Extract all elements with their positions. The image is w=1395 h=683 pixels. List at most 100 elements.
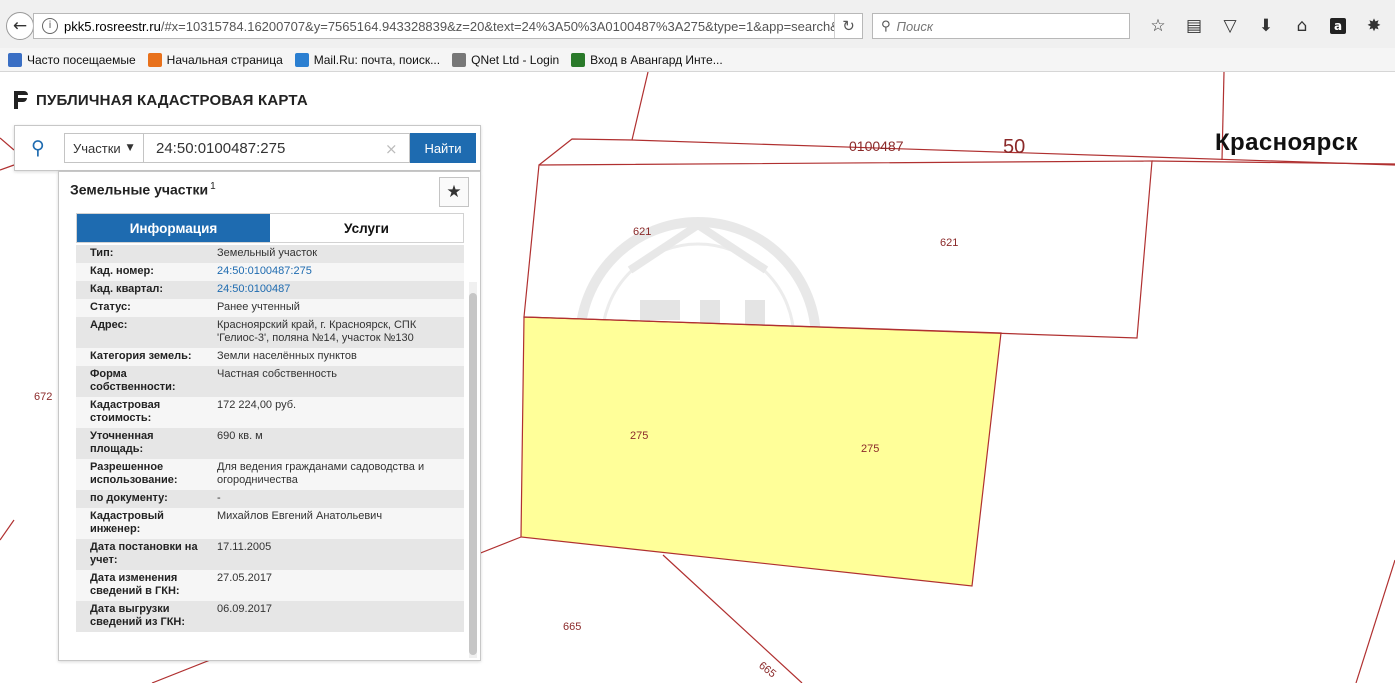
tab-information[interactable]: Информация (77, 214, 270, 242)
attribute-row: Разрешенное использование: Для ведения гр… (76, 459, 464, 490)
attribute-row: Кадастровая стоимость: 172 224,00 руб. (76, 397, 464, 428)
attribute-value: Земли населённых пунктов (217, 350, 357, 362)
attribute-key: Форма собственности: (90, 368, 176, 393)
attribute-key: по документу: (90, 492, 168, 504)
bookmark-item[interactable]: Часто посещаемые (8, 52, 136, 67)
back-arrow-icon: ← (12, 16, 28, 36)
attribute-value: Земельный участок (217, 247, 318, 259)
attribute-key: Дата изменения сведений в ГКН: (90, 572, 180, 597)
app-header: ПУБЛИЧНАЯ КАДАСТРОВАЯ КАРТА (14, 91, 308, 109)
browser-search-placeholder: Поиск (896, 18, 934, 34)
selected-parcel[interactable] (520, 316, 1002, 587)
attribute-row: Категория земель: Земли населённых пункто… (76, 348, 464, 366)
address-bar[interactable]: i pkk5.rosreestr.ru/#x=10315784.16200707… (33, 13, 863, 39)
find-button[interactable]: Найти (410, 133, 476, 163)
attribute-row: Кад. номер: 24:50:0100487:275 (76, 263, 464, 281)
favorite-star-icon[interactable]: ★ (439, 177, 469, 207)
panel-scrollbar-thumb[interactable] (469, 293, 477, 655)
parcel-number-label: 621 (940, 237, 959, 249)
app-title: ПУБЛИЧНАЯ КАДАСТРОВАЯ КАРТА (36, 91, 308, 109)
attribute-key: Тип: (90, 247, 114, 259)
attribute-value: Ранее учтенный (217, 301, 300, 313)
bookmark-item[interactable]: QNet Ltd - Login (452, 52, 560, 67)
attribute-key: Кадастровая стоимость: (90, 399, 161, 424)
amazon-icon[interactable]: a (1320, 14, 1356, 38)
search-type-label: Участки (73, 140, 121, 156)
attribute-row: Тип: Земельный участок (76, 245, 464, 263)
bookmark-label: Вход в Авангард Инте... (590, 52, 723, 67)
bookmark-star-icon[interactable]: ☆ (1140, 14, 1176, 38)
parcel-info-panel: Земельные участки 1 ★ Информация Услуги Т… (58, 171, 481, 661)
browser-toolbar-icons: ☆ ▤ ▽ ⬇ ⌂ a ✸ (1140, 14, 1392, 38)
mailru-icon (294, 52, 309, 67)
back-button[interactable]: ← (6, 12, 34, 40)
boundary-line (662, 554, 803, 683)
attribute-key: Адрес: (90, 319, 128, 331)
search-toggle-icon[interactable]: ⚲ (25, 134, 51, 162)
parcel-attributes-table: Тип: Земельный участок Кад. номер: 24:50:01… (76, 245, 464, 632)
search-icon: ⚲ (881, 18, 891, 34)
attribute-value: 27.05.2017 (217, 572, 273, 584)
attribute-key: Кадастровый инженер: (90, 510, 164, 535)
attribute-value: 172 224,00 руб. (217, 399, 297, 411)
extension-icon[interactable]: ✸ (1356, 14, 1392, 38)
attribute-value: Частная собственность (217, 368, 338, 380)
parcel-number-label: 275 (861, 443, 880, 455)
boundary-line (0, 137, 15, 151)
attribute-row: Кад. квартал: 24:50:0100487 (76, 281, 464, 299)
info-icon[interactable]: i (42, 18, 58, 34)
panel-title-text: Земельные участки (70, 181, 209, 198)
attribute-key: Кад. номер: (90, 265, 154, 277)
download-icon[interactable]: ⬇ (1248, 14, 1284, 38)
bookmark-label: Часто посещаемые (27, 52, 136, 67)
attribute-row: Дата изменения сведений в ГКН: 27.05.2017 (76, 570, 464, 601)
attribute-key: Категория земель: (90, 350, 192, 362)
attribute-value-link[interactable]: 24:50:0100487:275 (203, 265, 464, 278)
bank-icon (571, 52, 586, 67)
attribute-value-link[interactable]: 24:50:0100487 (203, 283, 464, 296)
bookmark-label: Начальная страница (166, 52, 283, 67)
district-label: 50 (1003, 136, 1026, 158)
tab-services[interactable]: Услуги (270, 214, 463, 242)
attribute-value: 06.09.2017 (217, 603, 273, 615)
boundary-line (1355, 559, 1395, 683)
attribute-value: Михайлов Евгений Анатольевич (217, 510, 383, 522)
attribute-key: Дата постановки на учет: (90, 541, 198, 566)
pocket-icon[interactable]: ▽ (1212, 14, 1248, 38)
home-icon[interactable]: ⌂ (1284, 14, 1320, 38)
attribute-value: Красноярский край, г. Красноярск, СПК 'Г… (217, 319, 417, 344)
attribute-row: Дата выгрузки сведений из ГКН: 06.09.2017 (76, 601, 464, 632)
reload-button[interactable]: ↻ (834, 14, 862, 38)
rosreestr-logo-icon (14, 91, 28, 109)
bookmark-item[interactable]: Начальная страница (147, 52, 283, 67)
attribute-key: Статус: (90, 301, 131, 313)
bookmark-item[interactable]: Mail.Ru: почта, поиск... (294, 52, 441, 67)
attribute-row: по документу: - (76, 490, 464, 508)
quarter-label: 0100487 (849, 138, 904, 154)
attribute-value: 17.11.2005 (217, 541, 272, 553)
attribute-key: Уточненная площадь: (90, 430, 154, 455)
search-type-select[interactable]: Участки ▼ (64, 133, 144, 163)
url-domain: pkk5.rosreestr.ru (64, 18, 161, 34)
bookmark-label: Mail.Ru: почта, поиск... (313, 52, 441, 67)
bookmark-label: QNet Ltd - Login (471, 52, 560, 67)
reading-list-icon[interactable]: ▤ (1176, 14, 1212, 38)
attribute-value: 690 кв. м (217, 430, 263, 442)
cadastral-number-input[interactable]: 24:50:0100487:275 (144, 133, 410, 163)
browser-search-input[interactable]: ⚲ Поиск (872, 13, 1130, 39)
firefox-icon (147, 52, 162, 67)
panel-tabs: Информация Услуги (76, 213, 464, 243)
reload-icon: ↻ (842, 17, 855, 35)
city-label: Красноярск (1215, 129, 1358, 156)
attribute-key: Разрешенное использование: (90, 461, 178, 486)
clear-icon[interactable]: × (385, 140, 398, 158)
panel-title: Земельные участки 1 (70, 181, 216, 198)
attribute-key: Кад. квартал: (90, 283, 164, 295)
parcel-number-label: 665 (563, 621, 582, 633)
chevron-down-icon: ▼ (126, 143, 134, 153)
bookmark-item[interactable]: Вход в Авангард Инте... (571, 52, 723, 67)
attribute-row: Форма собственности: Частная собственност… (76, 366, 464, 397)
attribute-row: Уточненная площадь: 690 кв. м (76, 428, 464, 459)
attribute-key: Дата выгрузки сведений из ГКН: (90, 603, 186, 628)
attribute-row: Дата постановки на учет: 17.11.2005 (76, 539, 464, 570)
